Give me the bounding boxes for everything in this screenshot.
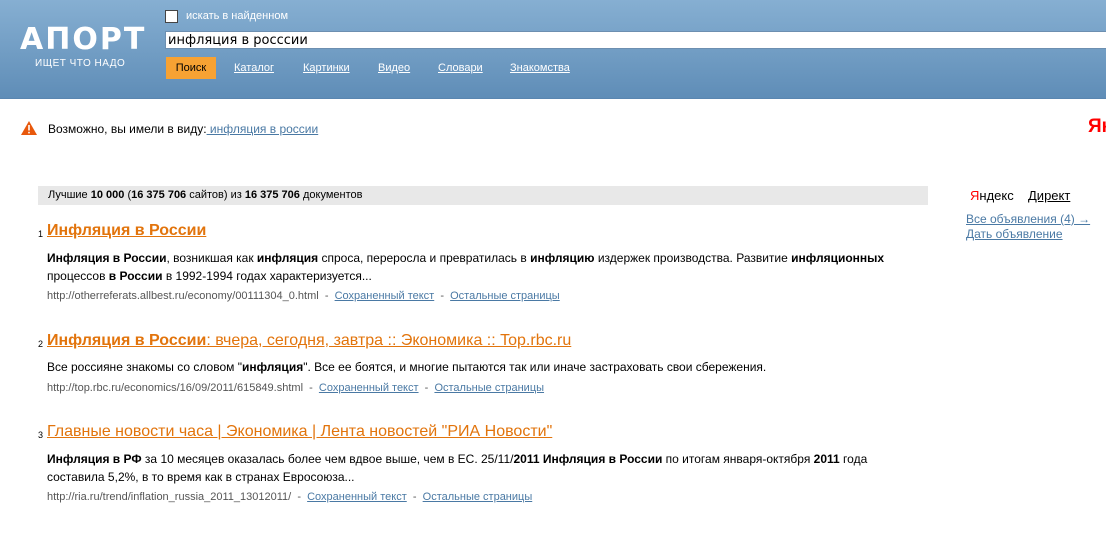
- nav-dating[interactable]: Знакомства: [510, 62, 570, 74]
- result-number: 3: [38, 430, 44, 440]
- direct-link[interactable]: Директ: [1028, 188, 1070, 203]
- result-title-rest: : вчера, сегодня, завтра :: Экономика ::…: [206, 332, 572, 349]
- nav-images[interactable]: Картинки: [303, 62, 350, 74]
- slogan: ИЩЕТ ЧТО НАДО: [35, 58, 126, 69]
- result-title-bold: Инфляция в России: [47, 222, 207, 239]
- nav-dictionaries[interactable]: Словари: [438, 62, 483, 74]
- search-in-found-label: искать в найденном: [186, 10, 289, 22]
- yandex-first-letter: Я: [970, 188, 980, 203]
- warning-icon: [21, 121, 37, 135]
- yandex-rest: ндекс: [979, 188, 1014, 203]
- result-title-link[interactable]: Инфляция в России: [47, 222, 206, 240]
- other-pages-link[interactable]: Остальные страницы: [423, 491, 533, 503]
- stats-best: Лучшие: [48, 189, 88, 201]
- result-title-link[interactable]: Главные новости часа | Экономика | Лента…: [47, 423, 552, 441]
- result-title-bold: Инфляция в России: [47, 332, 207, 349]
- stats-count: 10 000: [90, 189, 125, 201]
- result-snippet: Все россияне знакомы со словом "инфляция…: [47, 360, 767, 374]
- result-url-line: http://top.rbc.ru/economics/16/09/2011/6…: [47, 382, 545, 394]
- stats-sites: 16 375 706: [131, 189, 187, 201]
- nav-catalog[interactable]: Каталог: [234, 62, 274, 74]
- other-pages-link[interactable]: Остальные страницы: [434, 382, 544, 394]
- nav-video[interactable]: Видео: [378, 62, 410, 74]
- cached-link[interactable]: Сохраненный текст: [335, 290, 435, 302]
- search-button[interactable]: Поиск: [166, 57, 216, 79]
- result-snippet: Инфляция в РФ за 10 месяцев оказалась бо…: [47, 452, 868, 484]
- stats-sites-label: сайтов) из: [186, 189, 245, 201]
- stats-docs-label: документов: [299, 189, 363, 201]
- did-you-mean-link[interactable]: инфляция в россии: [207, 122, 318, 136]
- header-bar: АПОРТ ИЩЕТ ЧТО НАДО искать в найденном и…: [0, 0, 1106, 99]
- cached-link[interactable]: Сохраненный текст: [319, 382, 419, 394]
- result-number: 2: [38, 339, 44, 349]
- result-url: http://top.rbc.ru/economics/16/09/2011/6…: [47, 382, 304, 394]
- did-you-mean: Возможно, вы имели в виду: инфляция в ро…: [48, 122, 318, 136]
- result-snippet: Инфляция в России, возникшая как инфляци…: [47, 251, 885, 283]
- result-url: http://otherreferats.allbest.ru/economy/…: [47, 290, 319, 302]
- search-in-found-checkbox[interactable]: [165, 9, 178, 23]
- search-input[interactable]: инфляция в росссии: [165, 31, 1106, 49]
- result-number: 1: [38, 229, 44, 239]
- results-stats: Лучшие 10 000 (16 375 706 сайтов) из 16 …: [38, 186, 928, 205]
- result-title-rest: Главные новости часа | Экономика | Лента…: [47, 423, 553, 440]
- yandex-label: Яндекс: [970, 188, 1014, 203]
- result-title-link[interactable]: Инфляция в России: вчера, сегодня, завтр…: [47, 332, 571, 350]
- yandex-logo-cut: Ян: [1088, 116, 1106, 137]
- result-url: http://ria.ru/trend/inflation_russia_201…: [47, 491, 292, 503]
- did-you-mean-prefix: Возможно, вы имели в виду:: [48, 122, 207, 136]
- cached-link[interactable]: Сохраненный текст: [307, 491, 407, 503]
- logo[interactable]: АПОРТ: [20, 22, 146, 57]
- give-ad-link[interactable]: Дать объявление: [966, 227, 1063, 241]
- other-pages-link[interactable]: Остальные страницы: [450, 290, 560, 302]
- search-in-found[interactable]: искать в найденном: [165, 8, 288, 24]
- stats-total: 16 375 706: [244, 189, 300, 201]
- result-url-line: http://otherreferats.allbest.ru/economy/…: [47, 290, 560, 302]
- all-ads-link[interactable]: Все объявления (4) →: [966, 212, 1090, 226]
- result-url-line: http://ria.ru/trend/inflation_russia_201…: [47, 491, 533, 503]
